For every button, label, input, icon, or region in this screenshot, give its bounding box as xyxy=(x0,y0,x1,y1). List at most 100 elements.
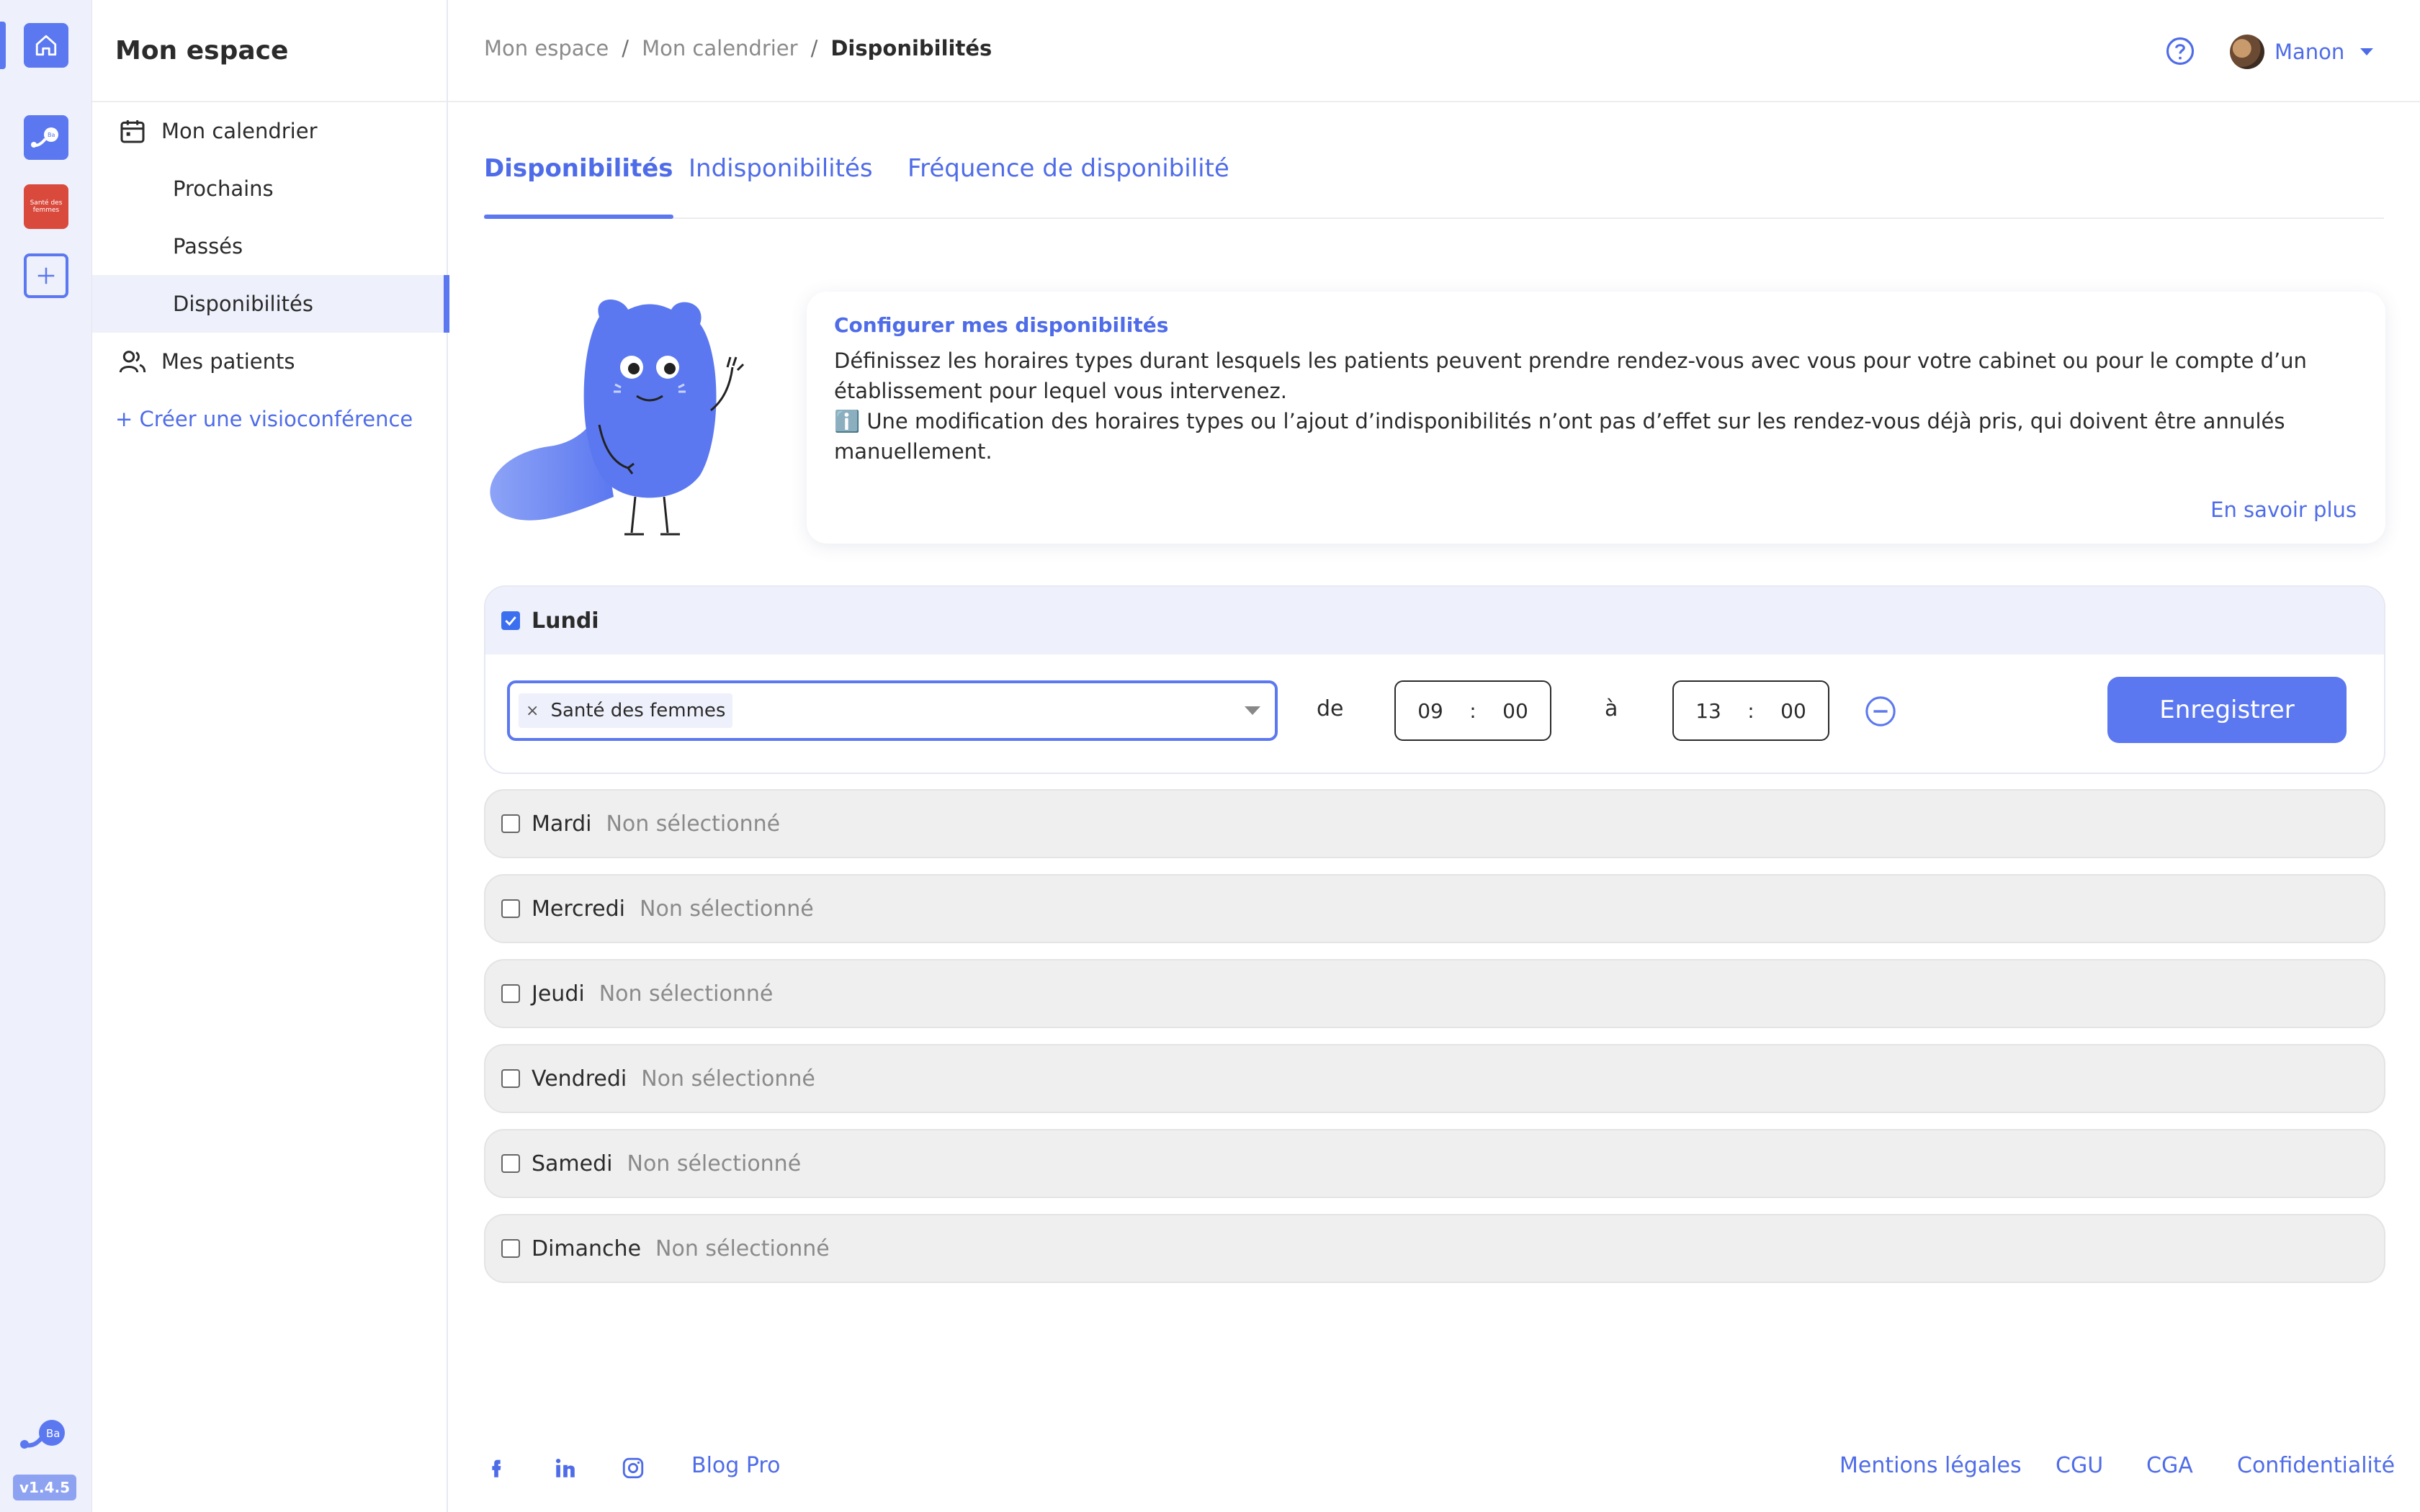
chevron-down-icon[interactable] xyxy=(1245,706,1260,715)
end-time-input[interactable]: 13 : 00 xyxy=(1672,680,1829,741)
day-row-jeudi[interactable]: Jeudi Non sélectionné xyxy=(484,959,2385,1028)
breadcrumb-item-espace[interactable]: Mon espace xyxy=(484,36,609,60)
footer-link-mentions[interactable]: Mentions légales xyxy=(1839,1453,2022,1478)
calendar-icon xyxy=(117,115,148,147)
day-name: Mardi xyxy=(532,811,592,837)
day-name: Dimanche xyxy=(532,1236,642,1261)
day-checkbox-lundi[interactable] xyxy=(501,611,520,630)
breadcrumb: Mon espace / Mon calendrier / Disponibil… xyxy=(484,36,992,60)
top-header: Mon espace / Mon calendrier / Disponibil… xyxy=(448,0,2420,102)
day-row-dimanche[interactable]: Dimanche Non sélectionné xyxy=(484,1214,2385,1283)
day-checkbox[interactable] xyxy=(501,984,520,1003)
version-badge: v1.4.5 xyxy=(13,1475,76,1500)
establishment-select[interactable]: × Santé des femmes xyxy=(507,680,1278,741)
users-icon xyxy=(117,346,148,377)
save-button[interactable]: Enregistrer xyxy=(2107,677,2347,743)
footer-link-cga[interactable]: CGA xyxy=(2146,1453,2193,1478)
day-row-vendredi[interactable]: Vendredi Non sélectionné xyxy=(484,1044,2385,1113)
day-checkbox[interactable] xyxy=(501,1069,520,1088)
blog-pro-link[interactable]: Blog Pro xyxy=(691,1453,780,1478)
sidebar-title: Mon espace xyxy=(92,0,447,102)
day-checkbox[interactable] xyxy=(501,814,520,833)
day-status: Non sélectionné xyxy=(599,981,774,1007)
day-name: Jeudi xyxy=(532,981,585,1007)
info-description: Définissez les horaires types durant les… xyxy=(834,348,2307,403)
day-name: Mercredi xyxy=(532,896,626,922)
day-checkbox[interactable] xyxy=(501,1154,520,1173)
add-app-button[interactable] xyxy=(24,253,68,298)
app-rail: Ba Santé des femmes Ba v1.4.5 xyxy=(0,0,92,1512)
user-menu[interactable]: Manon xyxy=(2230,35,2374,69)
time-separator: : xyxy=(1747,698,1754,723)
tab-frequence[interactable]: Fréquence de disponibilité xyxy=(908,154,1229,217)
sidebar: Mon espace Mon calendrier Prochains Pass… xyxy=(92,0,449,1512)
app2-label: Santé des femmes xyxy=(30,199,63,214)
home-button[interactable] xyxy=(24,23,68,68)
start-hour[interactable]: 09 xyxy=(1417,699,1443,723)
avatar xyxy=(2230,35,2264,69)
from-label: de xyxy=(1317,696,1344,721)
to-label: à xyxy=(1605,696,1618,721)
day-row-mardi[interactable]: Mardi Non sélectionné xyxy=(484,789,2385,858)
start-time-input[interactable]: 09 : 00 xyxy=(1394,680,1551,741)
sidebar-item-label: Prochains xyxy=(173,176,274,201)
learn-more-link[interactable]: En savoir plus xyxy=(2210,498,2357,522)
day-name: Vendredi xyxy=(532,1066,627,1092)
plus-icon xyxy=(37,267,55,284)
create-visio-link[interactable]: + Créer une visioconférence xyxy=(92,390,448,448)
brand-logo-text: Ba xyxy=(46,1427,60,1440)
selected-chip: × Santé des femmes xyxy=(519,693,733,728)
ba-logo-text: Ba xyxy=(48,132,55,138)
info-title: Configurer mes disponibilités xyxy=(834,313,1169,337)
info-card: Configurer mes disponibilités Définissez… xyxy=(807,292,2385,544)
app-ba-button[interactable]: Ba xyxy=(24,115,68,160)
day-checkbox[interactable] xyxy=(501,1239,520,1258)
tab-indisponibilites[interactable]: Indisponibilités xyxy=(689,154,873,217)
day-checkbox[interactable] xyxy=(501,899,520,918)
start-minute[interactable]: 00 xyxy=(1502,699,1528,723)
day-status: Non sélectionné xyxy=(641,1066,815,1092)
sidebar-item-label: Mes patients xyxy=(161,349,295,374)
linkedin-icon[interactable] xyxy=(553,1456,578,1480)
sidebar-item-availability[interactable]: Disponibilités xyxy=(92,275,449,333)
sidebar-item-calendar[interactable]: Mon calendrier xyxy=(92,102,448,160)
sidebar-item-label: Disponibilités xyxy=(173,292,313,316)
sidebar-item-past[interactable]: Passés xyxy=(92,217,448,275)
day-status: Non sélectionné xyxy=(640,896,814,922)
chevron-down-icon xyxy=(2360,48,2374,55)
sidebar-item-label: Mon calendrier xyxy=(161,119,318,143)
sidebar-item-label: Passés xyxy=(173,234,243,258)
end-hour[interactable]: 13 xyxy=(1695,699,1721,723)
day-panel-lundi: Lundi × Santé des femmes de 09 : 00 à 13… xyxy=(484,585,2385,774)
day-status: Non sélectionné xyxy=(606,811,781,837)
remove-slot-icon[interactable] xyxy=(1864,695,1897,728)
end-minute[interactable]: 00 xyxy=(1780,699,1806,723)
rail-active-indicator xyxy=(0,22,6,69)
app-sante-femmes-button[interactable]: Santé des femmes xyxy=(24,184,68,229)
help-icon[interactable] xyxy=(2165,36,2195,66)
day-row-samedi[interactable]: Samedi Non sélectionné xyxy=(484,1129,2385,1198)
footer: Blog Pro Mentions légales CGU CGA Confid… xyxy=(484,1447,2395,1490)
info-warning: ℹ️ Une modification des horaires types o… xyxy=(834,409,2285,464)
day-row-mercredi[interactable]: Mercredi Non sélectionné xyxy=(484,874,2385,943)
chip-label: Santé des femmes xyxy=(550,700,726,721)
facebook-icon[interactable] xyxy=(484,1456,508,1480)
day-name: Samedi xyxy=(532,1151,613,1176)
footer-link-confidentialite[interactable]: Confidentialité xyxy=(2237,1453,2395,1478)
instagram-icon[interactable] xyxy=(621,1456,645,1480)
breadcrumb-item-calendrier[interactable]: Mon calendrier xyxy=(642,36,798,60)
sidebar-item-upcoming[interactable]: Prochains xyxy=(92,160,448,217)
check-icon xyxy=(505,616,516,626)
footer-link-cgu[interactable]: CGU xyxy=(2056,1453,2103,1478)
day-header-lundi[interactable]: Lundi xyxy=(485,587,2384,654)
home-icon xyxy=(35,35,57,56)
tab-bar: Disponibilités Indisponibilités Fréquenc… xyxy=(484,144,2384,219)
day-status: Non sélectionné xyxy=(627,1151,802,1176)
time-separator: : xyxy=(1469,698,1476,723)
day-label: Lundi xyxy=(532,608,599,634)
tab-disponibilites[interactable]: Disponibilités xyxy=(484,154,673,219)
chip-remove-button[interactable]: × xyxy=(526,702,539,720)
breadcrumb-item-current: Disponibilités xyxy=(830,36,992,60)
day-status: Non sélectionné xyxy=(655,1236,830,1261)
sidebar-item-patients[interactable]: Mes patients xyxy=(92,333,448,390)
